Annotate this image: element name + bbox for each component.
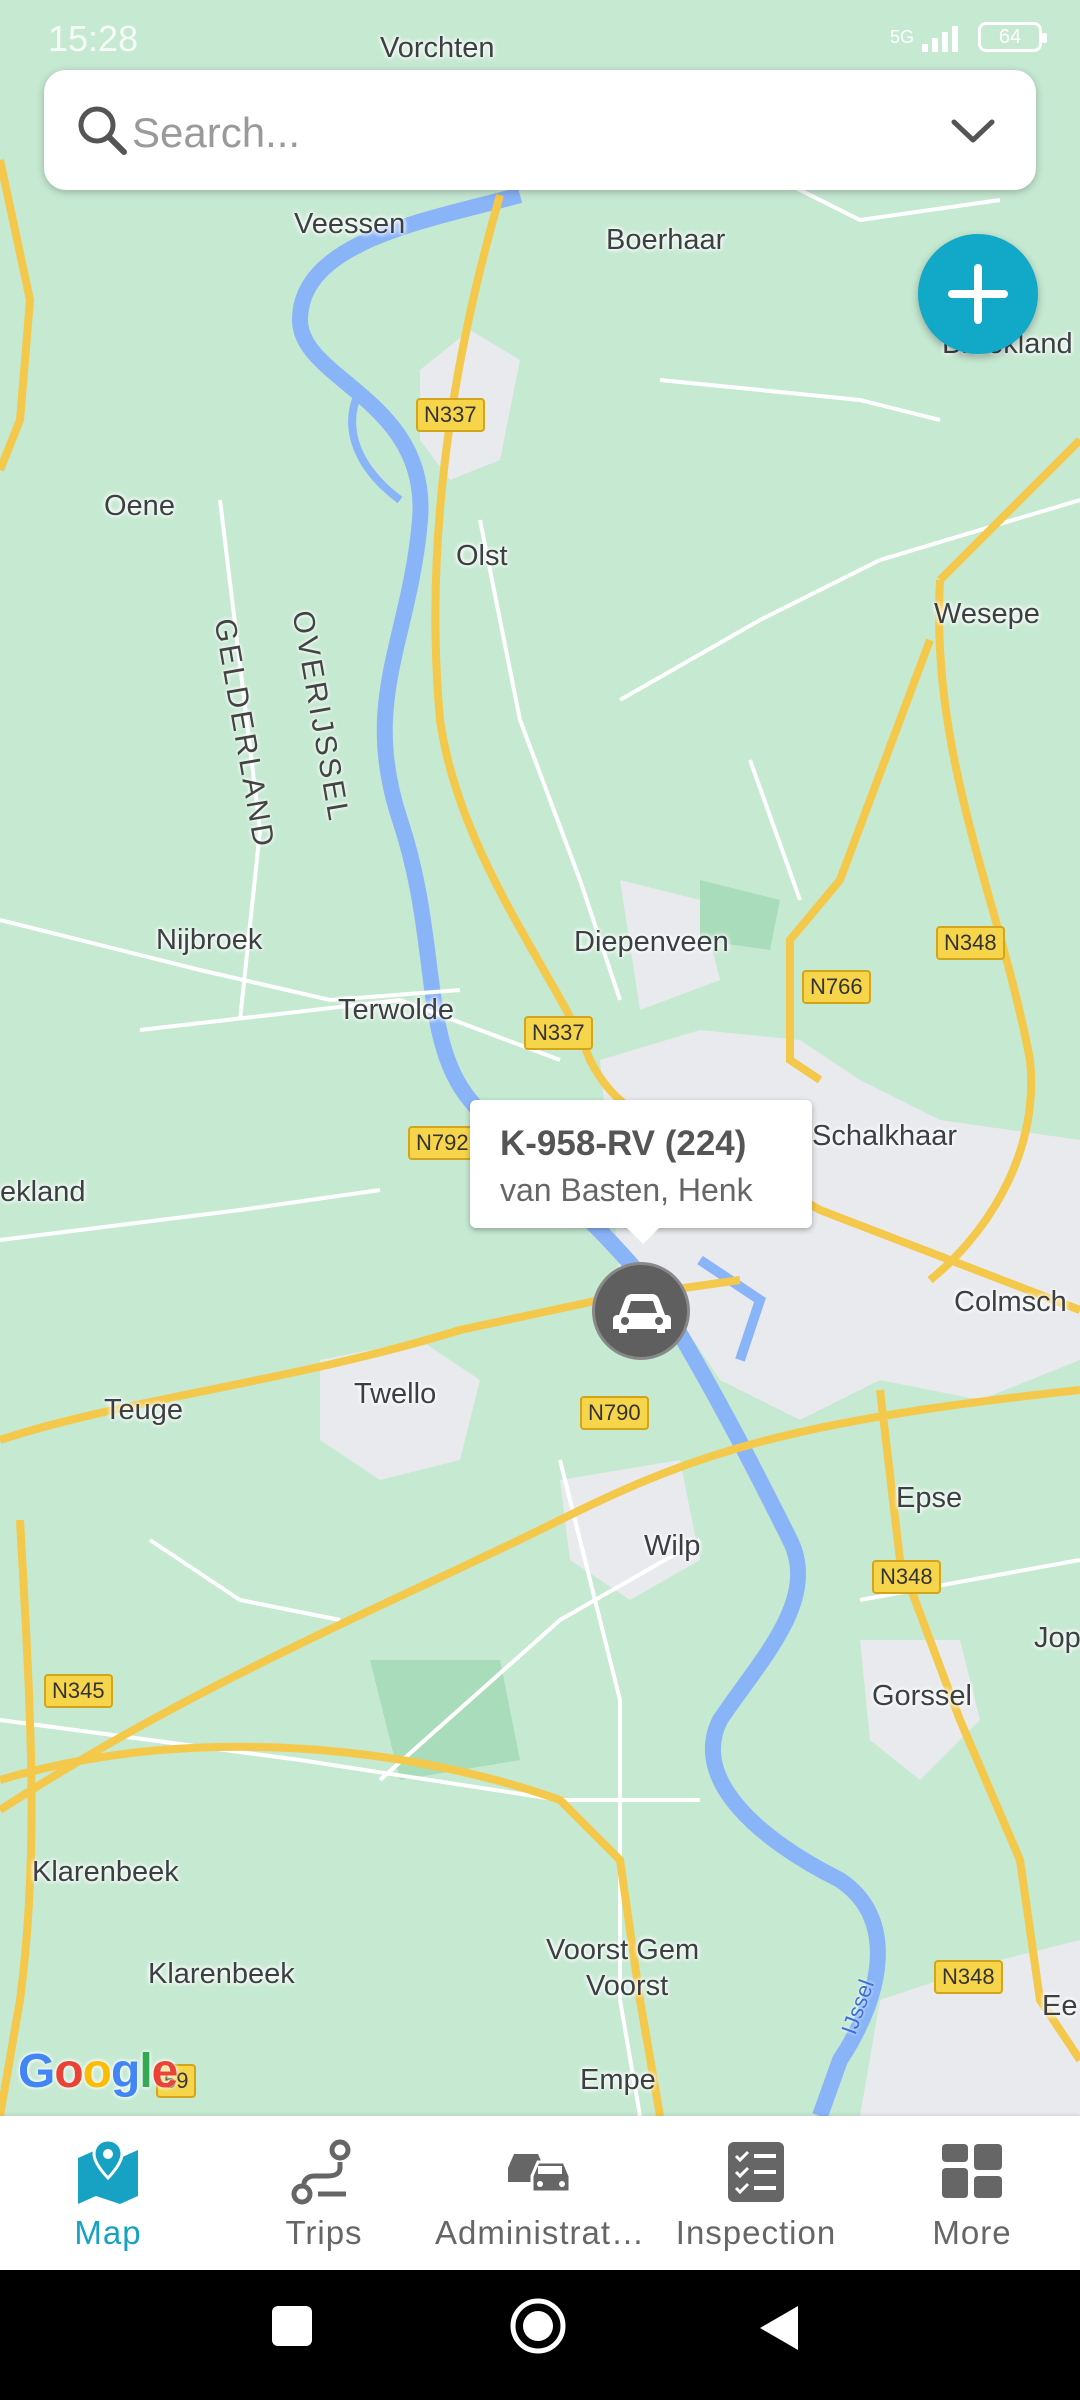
place-label: Jop [1034,1622,1080,1654]
vehicle-plate: K-958-RV (224) [500,1124,747,1163]
back-icon[interactable] [758,2304,802,2352]
place-label: Voorst [586,1970,669,2002]
place-label: Klarenbeek [148,1958,295,1990]
road-shield: N345 [44,1674,113,1708]
nav-label: Inspection [675,2214,837,2251]
cars-icon [508,2154,572,2194]
place-label: Voorst Gem [546,1934,700,1966]
bottom-nav: Map Trips Administrat… Inspection More [0,2116,1080,2270]
place-label: Schalkhaar [812,1120,958,1152]
status-time: 15:28 [48,18,139,59]
place-label: Epse [896,1482,963,1514]
signal-icon [922,26,958,52]
nav-item-trips[interactable]: Trips [216,2116,432,2270]
nav-label: Trips [285,2214,363,2251]
system-nav-bar [0,2270,1080,2400]
plus-icon [948,264,1008,324]
grid-icon [942,2144,1002,2198]
place-label: Klarenbeek [32,1856,179,1888]
place-label: Wilp [644,1530,701,1562]
checklist-icon [728,2142,784,2202]
road-shield: N337 [524,1016,593,1050]
vehicle-callout[interactable]: K-958-RV (224) van Basten, Henk [470,1100,812,1244]
chevron-down-icon[interactable] [948,108,998,154]
place-label: Teuge [104,1394,184,1426]
place-label: Gorssel [872,1680,972,1712]
route-icon [291,2139,351,2205]
home-icon[interactable] [508,2296,568,2356]
google-logo: Google [18,2045,178,2098]
map-view[interactable]: Vorchten Veessen Boerhaar Broekland Oene… [0,0,1080,2116]
road-shield: N790 [580,1396,649,1430]
place-label: Boerhaar [606,224,726,256]
place-label: Veessen [294,208,406,240]
place-label: Terwolde [338,994,455,1026]
search-icon [78,106,127,155]
vehicle-driver: van Basten, Henk [500,1172,753,1208]
place-label: Oene [104,490,175,522]
road-shield: N792 [408,1126,477,1160]
add-button[interactable] [918,234,1038,354]
battery-level: 64 [998,25,1022,48]
status-icons: 5G 64 [889,22,1047,52]
road-shield: N766 [802,970,871,1004]
map-canvas [0,0,1080,2116]
recent-apps-icon[interactable] [270,2304,314,2348]
nav-item-map[interactable]: Map [0,2116,216,2270]
network-label: 5G [889,26,914,47]
nav-item-more[interactable]: More [864,2116,1080,2270]
place-label: Wesepe [934,598,1040,630]
road-shield: N337 [416,398,485,432]
nav-item-administration[interactable]: Administrat… [432,2116,648,2270]
nav-label: More [932,2214,1012,2251]
map-pin-icon [78,2138,138,2204]
search-input[interactable] [130,108,914,158]
place-label: Empe [580,2064,656,2096]
place-label: Diepenveen [574,926,729,958]
vehicle-marker[interactable] [592,1262,690,1360]
road-shield: N348 [934,1960,1003,1994]
nav-item-inspection[interactable]: Inspection [648,2116,864,2270]
nav-label: Map [74,2214,142,2251]
search-bar[interactable] [44,70,1036,190]
road-shield: N348 [936,926,1005,960]
place-label: Nijbroek [156,924,263,956]
car-icon [613,1294,671,1333]
place-label: Ee [1042,1990,1078,2022]
road-shield: N348 [872,1560,941,1594]
place-label: ekland [0,1176,86,1208]
place-label: Twello [354,1378,437,1410]
place-label: Olst [456,540,508,572]
nav-label: Administrat… [434,2214,646,2251]
place-label: Colmsch [954,1286,1067,1318]
status-bar: 15:28 5G 64 [0,0,1080,80]
battery-icon: 64 [978,22,1047,52]
